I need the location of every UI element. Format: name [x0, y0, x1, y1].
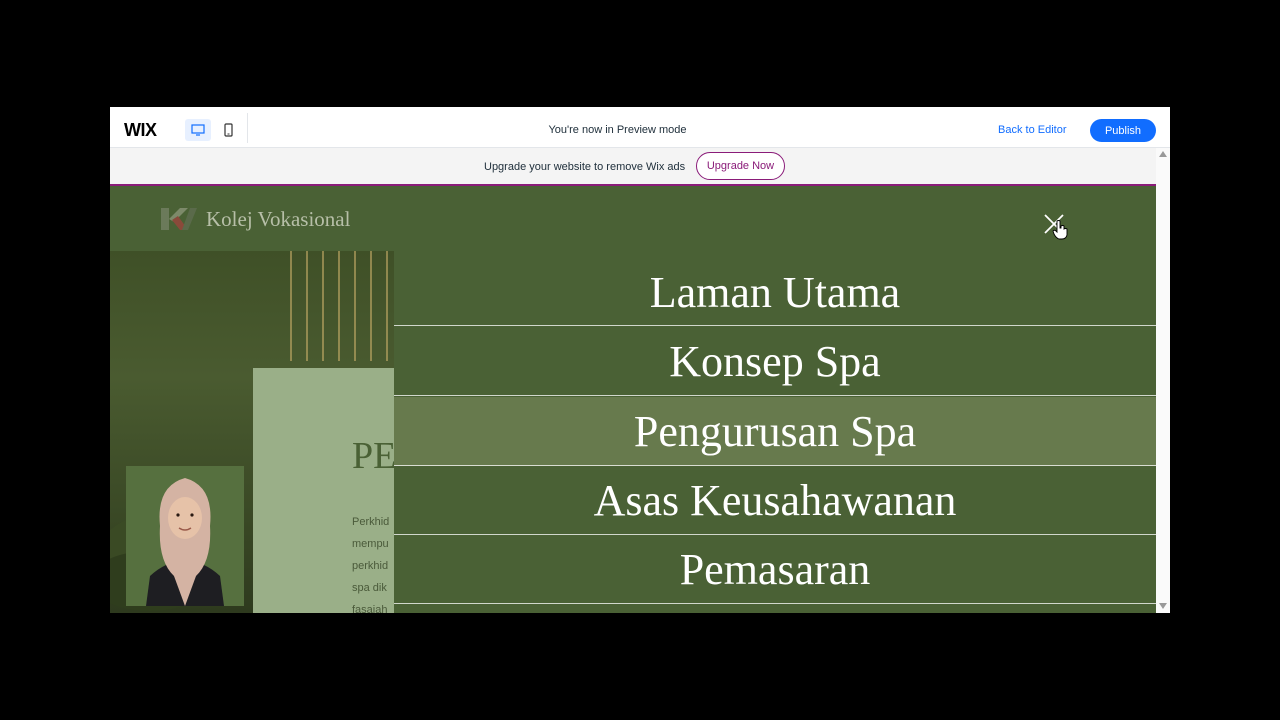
site-menu-overlay: Laman Utama Konsep Spa Pengurusan Spa As… [394, 251, 1156, 613]
hero-text-line: mempu [352, 538, 389, 550]
hero-text-line: fasaiah [352, 604, 388, 613]
preview-mode-message: You're now in Preview mode [548, 124, 687, 136]
hero-text-line: perkhid [352, 560, 389, 572]
scroll-down-icon[interactable] [1159, 603, 1167, 609]
page-scrollbar[interactable] [1156, 148, 1170, 613]
back-to-editor-link[interactable]: Back to Editor [998, 124, 1066, 136]
browser-viewport: WIX You're now in Preview mode Back to E… [110, 107, 1170, 613]
publish-button[interactable]: Publish [1090, 119, 1156, 142]
hero-text-line: Perkhid [352, 516, 390, 528]
upgrade-now-button[interactable]: Upgrade Now [696, 152, 785, 180]
hero-text-line: spa dik [352, 582, 387, 594]
ads-message: Upgrade your website to remove Wix ads [484, 161, 686, 173]
wix-ads-banner: Upgrade your website to remove Wix ads U… [110, 148, 1156, 184]
menu-item-laman-utama[interactable]: Laman Utama [394, 259, 1156, 326]
site-page: Kolej Vokasional PE Perkhid mempu perkhi… [110, 186, 1156, 613]
site-name: Kolej Vokasional [206, 206, 351, 231]
hero-heading: PE [352, 435, 397, 477]
hand-cursor-icon [1052, 220, 1068, 240]
preview-toolbar: WIX You're now in Preview mode Back to E… [110, 107, 1170, 148]
kv-logo-icon [161, 208, 197, 230]
menu-item-pemasaran[interactable]: Pemasaran [394, 535, 1156, 604]
hero-text-panel [253, 368, 413, 613]
presenter-avatar [126, 466, 244, 606]
menu-item-asas-keusahawanan[interactable]: Asas Keusahawanan [394, 466, 1156, 535]
menu-item-konsep-spa[interactable]: Konsep Spa [394, 327, 1156, 396]
site-logo[interactable]: Kolej Vokasional [160, 206, 350, 232]
scroll-up-icon[interactable] [1159, 151, 1167, 157]
menu-item-pengurusan-spa[interactable]: Pengurusan Spa [394, 397, 1156, 466]
